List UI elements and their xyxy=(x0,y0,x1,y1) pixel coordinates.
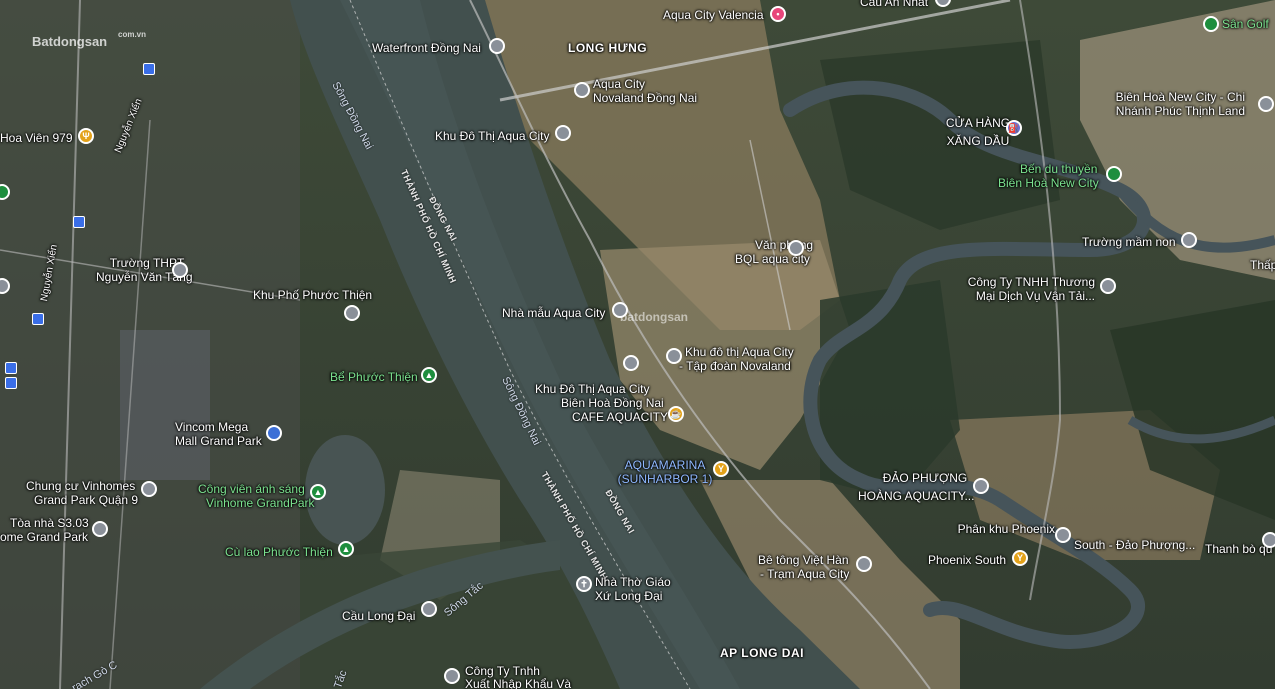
poi-dao-phuong-label[interactable]: HOÀNG AQUACITY... xyxy=(858,489,974,503)
poi-be-phuoc-label[interactable]: Bể Phước Thiện xyxy=(330,370,418,384)
poi-khu-novaland-label[interactable]: Khu đô thị Aqua City xyxy=(685,345,794,359)
park-icon[interactable]: ▲ xyxy=(310,484,326,500)
poi-phan-khu-label[interactable]: South - Đảo Phượng... xyxy=(1074,538,1214,552)
watermark-center: batdongsan xyxy=(620,310,688,324)
bus-stop-icon[interactable] xyxy=(73,216,85,228)
poi-dao-phuong-label[interactable]: ĐẢO PHƯỢNG xyxy=(875,471,975,485)
poi-aquamarina-label[interactable]: (SUNHARBOR 1) xyxy=(615,472,715,486)
poi-cong-ty-tm-label[interactable]: Mại Dịch Vụ Vận Tải... xyxy=(940,289,1095,303)
location-pin-icon[interactable] xyxy=(1262,532,1275,548)
poi-cong-ty-tm-label[interactable]: Công Ty TNHH Thương xyxy=(940,275,1095,289)
location-pin-icon[interactable] xyxy=(1258,96,1274,112)
poi-waterfront-label[interactable]: Waterfront Đồng Nai xyxy=(372,41,481,55)
poi-khu-bien-hoa-label[interactable]: Khu Đô Thị Aqua City xyxy=(535,382,650,396)
poi-cong-ty-xnk-label[interactable]: Xuất Nhập Khẩu Và xyxy=(465,677,571,689)
location-pin-icon[interactable] xyxy=(612,302,628,318)
poi-nha-tho-label[interactable]: Nhà Thờ Giáo xyxy=(595,575,671,589)
poi-aqua-novaland-label[interactable]: Aqua City xyxy=(593,77,645,91)
poi-khu-novaland-label[interactable]: - Tập đoàn Novaland xyxy=(679,359,791,373)
park-icon[interactable]: ▲ xyxy=(421,367,437,383)
poi-nha-tho-label[interactable]: Xứ Long Đại xyxy=(595,589,662,603)
location-pin-icon[interactable] xyxy=(444,668,460,684)
poi-chung-cu-label[interactable]: Chung cư Vinhomes xyxy=(26,479,135,493)
poi-toa-nha-label[interactable]: Tòa nhà S3.03 xyxy=(10,516,89,530)
bus-stop-icon[interactable] xyxy=(5,377,17,389)
poi-van-phong-label[interactable]: Văn phòng xyxy=(755,238,813,252)
area-ap-long-dai: AP LONG DAI xyxy=(720,646,804,660)
poi-cong-vien-label[interactable]: Công viên ánh sáng xyxy=(198,482,305,496)
poi-vincom-label[interactable]: Mall Grand Park xyxy=(175,434,262,448)
location-pin-icon[interactable] xyxy=(92,521,108,537)
bus-stop-icon[interactable] xyxy=(5,362,17,374)
area-long-hung: LONG HƯNG xyxy=(568,41,648,55)
poi-san-golf-label[interactable]: Sân Golf xyxy=(1222,17,1269,31)
poi-ben-du-label[interactable]: Biên Hoà New City xyxy=(998,176,1099,190)
poi-aqua-novaland-label[interactable]: Novaland Đồng Nai xyxy=(593,91,697,105)
bridge-icon[interactable] xyxy=(421,601,437,617)
cafe-icon[interactable]: ☕ xyxy=(668,406,684,422)
poi-khu-bien-hoa-label[interactable]: Biên Hoà Đồng Nai xyxy=(561,396,664,410)
poi-toa-nha-label[interactable]: ome Grand Park xyxy=(0,530,88,544)
poi-chung-cu-label[interactable]: Grand Park Quận 9 xyxy=(34,493,138,507)
location-pin-icon[interactable] xyxy=(344,305,360,321)
location-pin-icon[interactable] xyxy=(623,355,639,371)
poi-be-tong-label[interactable]: Bê tông Việt Hàn xyxy=(758,553,849,567)
poi-aquamarina-label[interactable]: AQUAMARINA xyxy=(615,458,715,472)
location-pin-icon[interactable] xyxy=(856,556,872,572)
gas-station-icon[interactable]: ⛽ xyxy=(1006,120,1022,136)
bus-stop-icon[interactable] xyxy=(32,313,44,325)
poi-cafe-label[interactable]: CAFE AQUACITY xyxy=(572,410,668,424)
location-pin-icon[interactable] xyxy=(555,125,571,141)
poi-khu-do-thi-label[interactable]: Khu Đô Thị Aqua City xyxy=(435,129,550,143)
poi-thap-label[interactable]: Thấp xyxy=(1250,258,1275,272)
poi-phoenix-label[interactable]: Phoenix South xyxy=(928,553,1006,567)
golf-icon[interactable] xyxy=(1203,16,1219,32)
location-pin-icon[interactable] xyxy=(574,82,590,98)
poi-vincom-label[interactable]: Vincom Mega xyxy=(175,420,248,434)
shopping-icon[interactable] xyxy=(266,425,282,441)
poi-ben-du-label[interactable]: Bến du thuyền xyxy=(1020,162,1097,176)
poi-cong-ty-xnk-label[interactable]: Công Ty Tnhh xyxy=(465,664,540,678)
location-pin-icon[interactable] xyxy=(489,38,505,54)
restaurant-icon[interactable]: • xyxy=(770,6,786,22)
poi-truong-mam-non-label[interactable]: Trường mầm non xyxy=(1082,235,1176,249)
school-icon[interactable] xyxy=(172,262,188,278)
bar-icon[interactable]: Y xyxy=(713,461,729,477)
poi-cau-an-nhat-label[interactable]: Cầu An Nhất xyxy=(860,0,928,9)
poi-cau-long-dai-label[interactable]: Cầu Long Đại xyxy=(342,609,415,623)
poi-cong-vien-label[interactable]: Vinhome GrandPark xyxy=(206,496,315,510)
poi-phan-khu-label[interactable]: Phân khu Phoenix xyxy=(935,522,1055,536)
poi-nha-mau-label[interactable]: Nhà mẫu Aqua City xyxy=(502,306,605,320)
poi-be-tong-label[interactable]: - Trạm Aqua City xyxy=(760,567,849,581)
bus-stop-icon[interactable] xyxy=(143,63,155,75)
poi-cua-hang-label[interactable]: XĂNG DẦU xyxy=(938,134,1018,148)
church-icon[interactable]: ✝ xyxy=(576,576,592,592)
restaurant-icon[interactable]: Ψ xyxy=(78,128,94,144)
poi-hoa-vien-label[interactable]: Hoa Viên 979 xyxy=(0,131,73,145)
location-pin-icon[interactable] xyxy=(973,478,989,494)
map-view[interactable]: Batdongsan com.vn batdongsan LONG HƯNG A… xyxy=(0,0,1275,689)
location-pin-icon[interactable] xyxy=(1100,278,1116,294)
watermark-logo: Batdongsan xyxy=(32,34,108,49)
poi-aqua-valencia-label[interactable]: Aqua City Valencia xyxy=(663,8,764,22)
watermark-sub: com.vn xyxy=(118,30,147,39)
poi-khu-pho-label[interactable]: Khu Phố Phước Thiện xyxy=(253,288,372,302)
poi-bien-hoa-label[interactable]: Biên Hoà New City - Chi xyxy=(1090,90,1245,104)
school-icon[interactable] xyxy=(1181,232,1197,248)
bar-icon[interactable]: Y xyxy=(1012,550,1028,566)
location-pin-icon[interactable] xyxy=(141,481,157,497)
poi-cu-lao-label[interactable]: Cù lao Phước Thiện xyxy=(225,545,333,559)
location-pin-icon[interactable] xyxy=(1055,527,1071,543)
marina-icon[interactable] xyxy=(1106,166,1122,182)
location-pin-icon[interactable] xyxy=(788,240,804,256)
poi-bien-hoa-label[interactable]: Nhánh Phúc Thịnh Land xyxy=(1090,104,1245,118)
park-icon[interactable]: ▲ xyxy=(338,541,354,557)
